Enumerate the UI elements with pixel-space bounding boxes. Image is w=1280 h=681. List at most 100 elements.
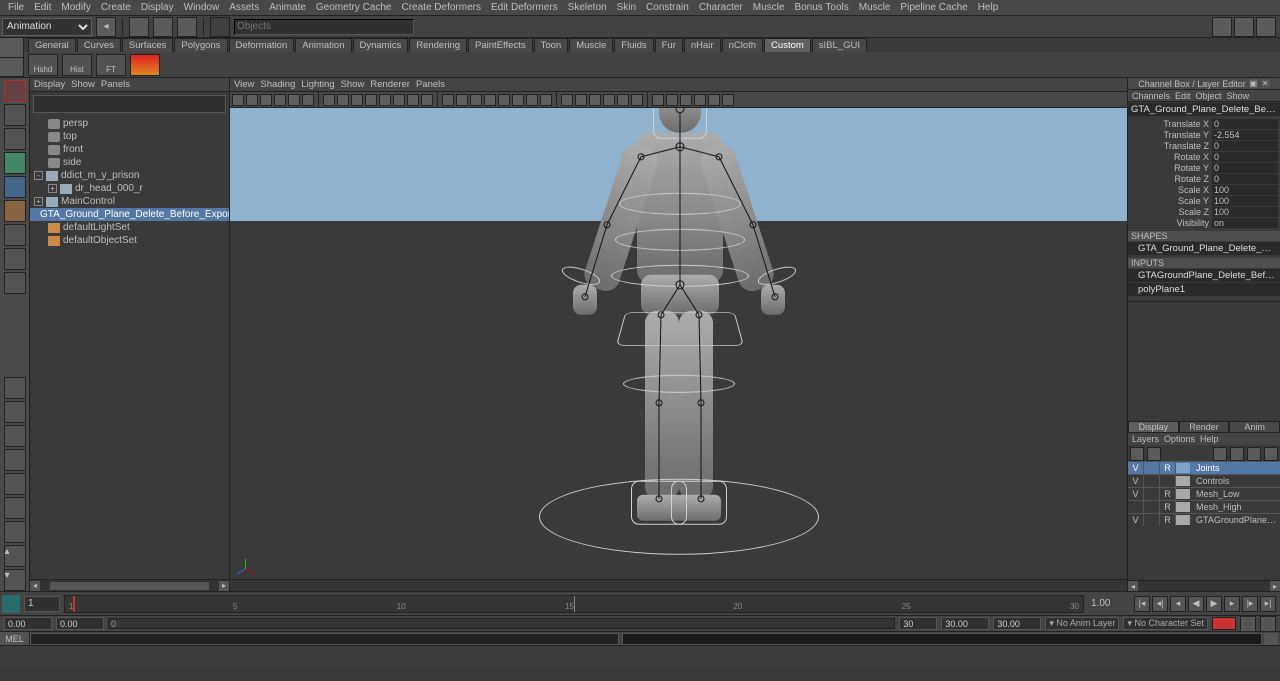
menu-item-file[interactable]: File xyxy=(4,2,28,13)
script-editor-icon[interactable] xyxy=(1264,633,1278,645)
channel-attr-row[interactable]: Translate Z0 xyxy=(1130,140,1278,151)
layout-two-v-icon[interactable] xyxy=(4,449,26,471)
viewport-tool-icon[interactable] xyxy=(470,94,482,106)
layer-move-up-icon[interactable] xyxy=(1213,447,1227,461)
manip-tool-icon[interactable] xyxy=(4,224,26,246)
menu-item-pipeline-cache[interactable]: Pipeline Cache xyxy=(896,2,971,13)
viewport-tool-icon[interactable] xyxy=(260,94,272,106)
panel-dock-icon[interactable]: ▣ xyxy=(1249,79,1258,88)
lasso-tool-icon[interactable] xyxy=(4,104,26,126)
menu-item-edit[interactable]: Edit xyxy=(30,2,55,13)
layer-color-swatch-icon[interactable] xyxy=(1176,502,1190,512)
command-input[interactable] xyxy=(30,633,619,645)
layer-menu-help[interactable]: Help xyxy=(1200,434,1219,444)
layer-p-toggle[interactable] xyxy=(1144,462,1160,474)
layer-row[interactable]: VRGTAGroundPlane_Delete_Befo xyxy=(1128,513,1280,526)
layer-v-toggle[interactable]: V xyxy=(1128,488,1144,500)
shelf-tab-surfaces[interactable]: Surfaces xyxy=(122,38,174,52)
step-back-key-icon[interactable]: ◂| xyxy=(1152,596,1168,612)
outliner-menu-display[interactable]: Display xyxy=(34,79,65,90)
channel-menu-edit[interactable]: Edit xyxy=(1175,91,1191,101)
channel-attr-value[interactable]: -2.554 xyxy=(1212,130,1278,140)
viewport-menu-shading[interactable]: Shading xyxy=(260,79,295,90)
channel-attr-row[interactable]: Rotate X0 xyxy=(1130,151,1278,162)
shelf-tab-ncloth[interactable]: nCloth xyxy=(722,38,763,52)
menu-item-create[interactable]: Create xyxy=(97,2,135,13)
outliner-item[interactable]: +dr_head_000_r xyxy=(30,182,229,195)
current-frame-input[interactable] xyxy=(24,596,60,612)
selection-name-input[interactable] xyxy=(234,19,414,35)
viewport-tool-icon[interactable] xyxy=(561,94,573,106)
channel-attr-row[interactable]: Rotate Y0 xyxy=(1130,162,1278,173)
viewport-tool-icon[interactable] xyxy=(526,94,538,106)
new-scene-icon[interactable] xyxy=(129,17,149,37)
play-fwd-icon[interactable]: ▶ xyxy=(1206,596,1222,612)
time-slider-track[interactable]: 151015202530 xyxy=(64,595,1084,613)
channel-attr-value[interactable]: 0 xyxy=(1212,152,1278,162)
layer-tab-anim[interactable]: Anim xyxy=(1229,421,1280,433)
menu-item-help[interactable]: Help xyxy=(974,2,1003,13)
layer-p-toggle[interactable] xyxy=(1144,514,1160,526)
channel-attr-row[interactable]: Scale Y100 xyxy=(1130,195,1278,206)
step-fwd-key-icon[interactable]: |▸ xyxy=(1242,596,1258,612)
menu-item-skin[interactable]: Skin xyxy=(613,2,640,13)
shelf-tab-dynamics[interactable]: Dynamics xyxy=(353,38,409,52)
menu-item-animate[interactable]: Animate xyxy=(265,2,310,13)
channel-attr-value[interactable]: 0 xyxy=(1212,174,1278,184)
module-dropdown[interactable]: Animation xyxy=(2,18,92,36)
viewport-tool-icon[interactable] xyxy=(337,94,349,106)
layout-persp-shape-icon[interactable] xyxy=(4,473,26,495)
layer-new-sel-icon[interactable] xyxy=(1147,447,1161,461)
channel-attr-value[interactable]: 100 xyxy=(1212,185,1278,195)
viewport-tool-icon[interactable] xyxy=(351,94,363,106)
outliner-item[interactable]: defaultObjectSet xyxy=(30,234,229,247)
layer-r-toggle[interactable]: R xyxy=(1160,514,1176,526)
range-track[interactable]: 0 xyxy=(108,618,895,629)
layout-four-icon[interactable] xyxy=(4,401,26,423)
layer-empty-icon[interactable] xyxy=(1264,447,1278,461)
outliner-item[interactable]: side xyxy=(30,156,229,169)
shelf-tab-fur[interactable]: Fur xyxy=(655,38,683,52)
layout-expand-down-icon[interactable]: ▾ xyxy=(4,569,26,591)
layer-scrollbar[interactable]: ◂ ▸ xyxy=(1128,580,1280,591)
outliner-item[interactable]: +MainControl xyxy=(30,195,229,208)
move-tool-icon[interactable] xyxy=(4,152,26,174)
auto-key-toggle-icon[interactable] xyxy=(1240,616,1256,632)
scroll-left-icon[interactable]: ◂ xyxy=(1128,581,1138,591)
outliner-item[interactable]: defaultLightSet xyxy=(30,221,229,234)
layer-color-swatch-icon[interactable] xyxy=(1176,515,1190,525)
shelf-tab-animation[interactable]: Animation xyxy=(295,38,351,52)
viewport-menu-lighting[interactable]: Lighting xyxy=(301,79,334,90)
anim-pref-icon[interactable] xyxy=(2,595,20,613)
viewport-tool-icon[interactable] xyxy=(722,94,734,106)
layout-expand-up-icon[interactable]: ▴ xyxy=(4,545,26,567)
menu-item-skeleton[interactable]: Skeleton xyxy=(564,2,611,13)
expand-toggle-icon[interactable]: + xyxy=(48,184,57,193)
shelf-tab-sibl_gui[interactable]: sIBL_GUI xyxy=(812,38,867,52)
viewport-tool-icon[interactable] xyxy=(680,94,692,106)
shelf-button-hist[interactable]: Hist xyxy=(62,54,92,76)
shape-node[interactable]: GTA_Ground_Plane_Delete_Befor... xyxy=(1128,242,1280,255)
select-tool-icon[interactable] xyxy=(4,80,26,102)
shelf-tab-muscle[interactable]: Muscle xyxy=(569,38,613,52)
viewport-tool-icon[interactable] xyxy=(407,94,419,106)
range-start-outer-input[interactable] xyxy=(4,617,52,630)
shelf-tab-scroll-down-icon[interactable] xyxy=(0,58,23,78)
viewport-tool-icon[interactable] xyxy=(288,94,300,106)
channel-menu-object[interactable]: Object xyxy=(1196,91,1222,101)
select-by-name-icon[interactable] xyxy=(210,17,230,37)
channel-attr-row[interactable]: Translate Y-2.554 xyxy=(1130,129,1278,140)
shelf-tab-curves[interactable]: Curves xyxy=(77,38,121,52)
go-start-icon[interactable]: |◂ xyxy=(1134,596,1150,612)
channel-menu-channels[interactable]: Channels xyxy=(1132,91,1170,101)
layer-v-toggle[interactable]: V xyxy=(1128,514,1144,526)
outliner-item[interactable]: top xyxy=(30,130,229,143)
menu-item-modify[interactable]: Modify xyxy=(57,2,94,13)
outliner-item[interactable]: GTA_Ground_Plane_Delete_Before_Export xyxy=(30,208,229,221)
viewport-tool-icon[interactable] xyxy=(498,94,510,106)
viewport-tool-icon[interactable] xyxy=(512,94,524,106)
layer-add-icon[interactable] xyxy=(1247,447,1261,461)
menu-item-geometry-cache[interactable]: Geometry Cache xyxy=(312,2,396,13)
shelf-button-hshd[interactable]: Hshd xyxy=(28,54,58,76)
shelf-tab-custom[interactable]: Custom xyxy=(764,38,811,52)
